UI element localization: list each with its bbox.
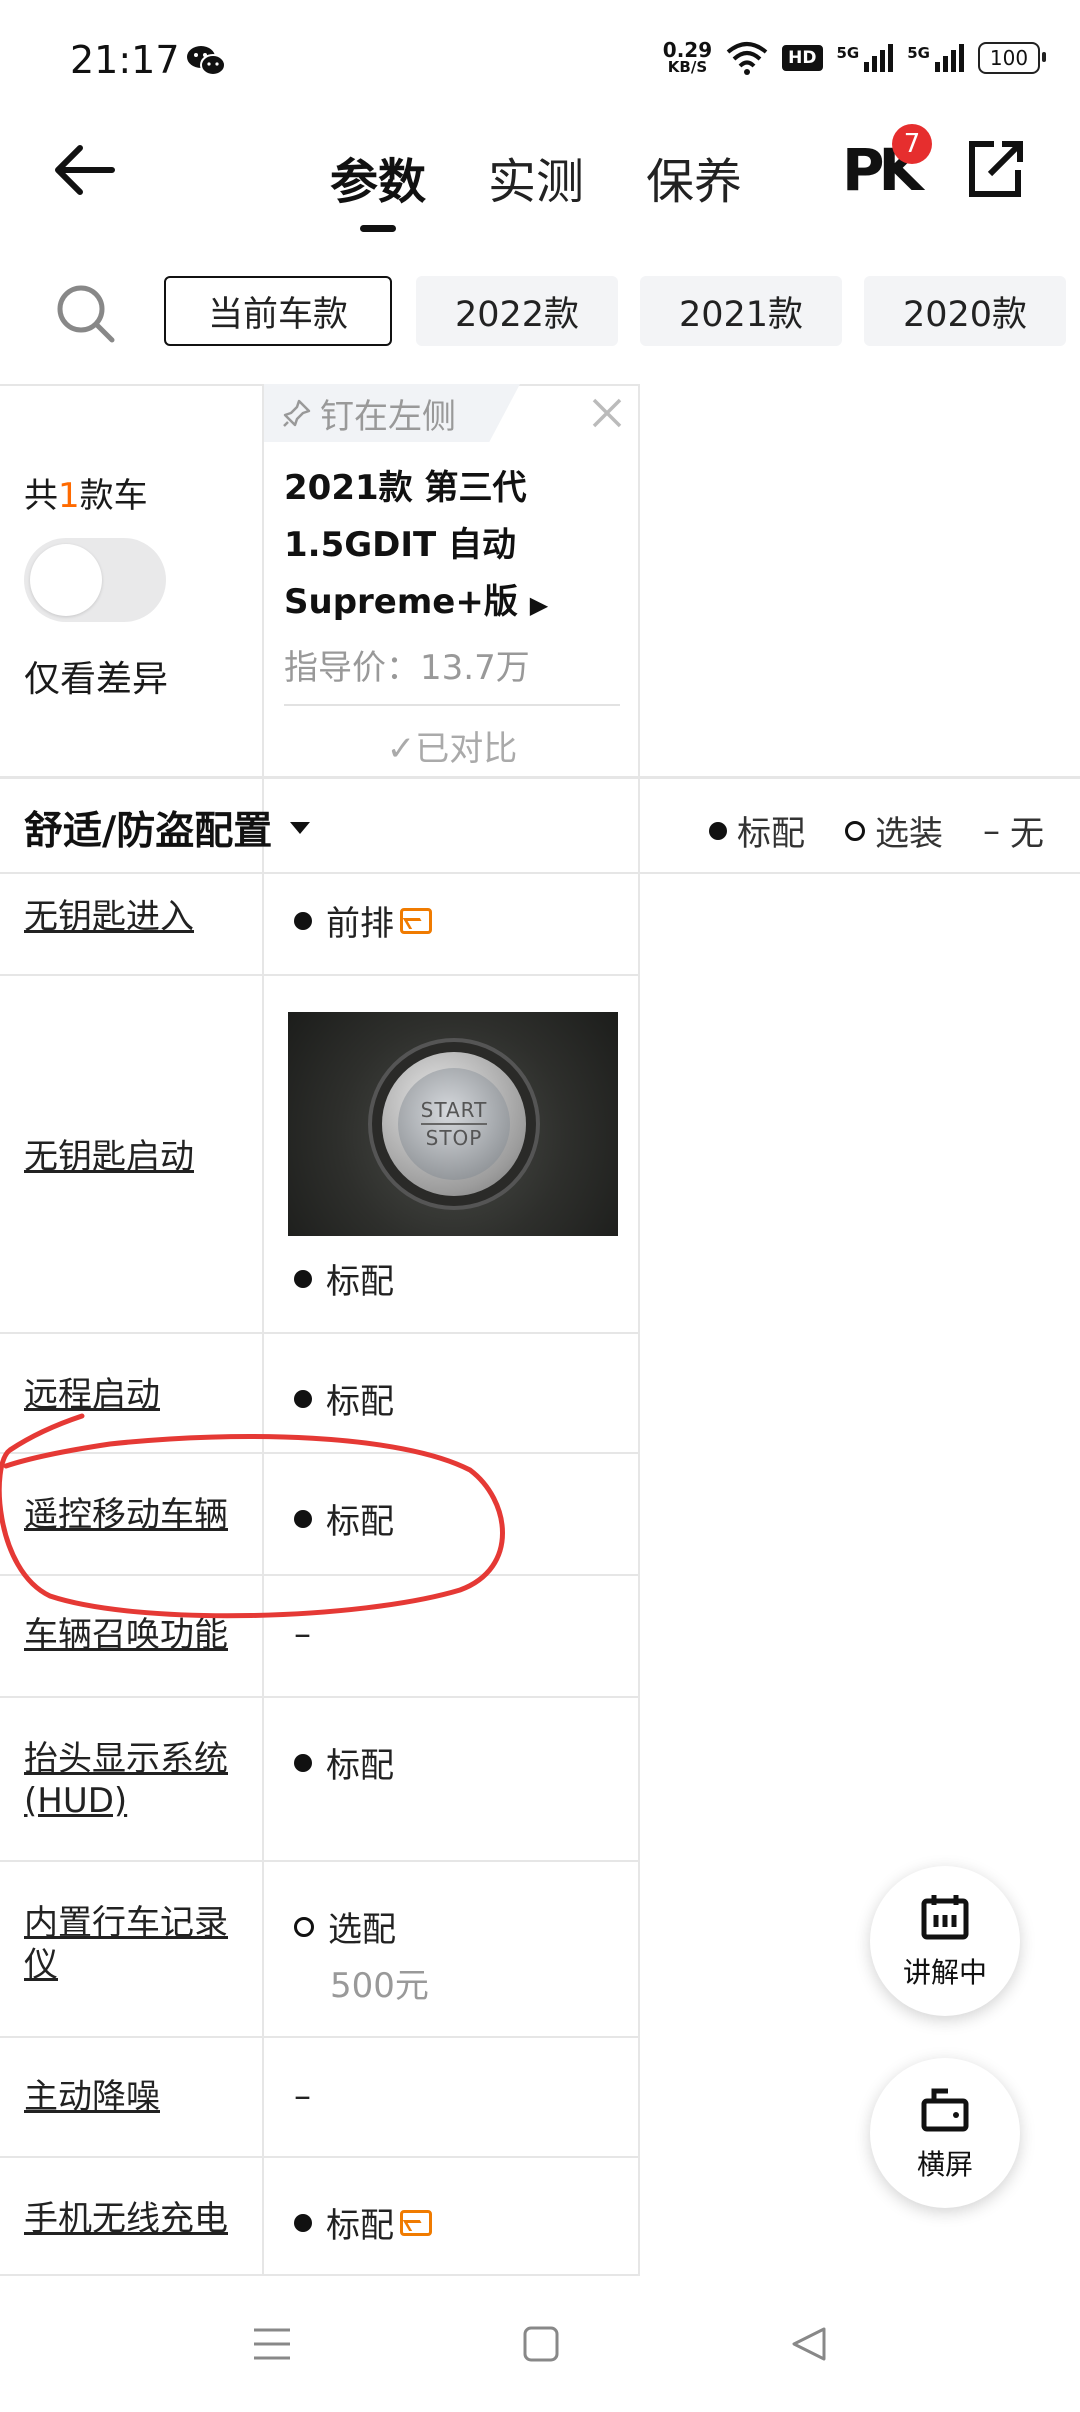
divider [0,974,640,976]
car-count: 共1款车 [24,476,148,516]
red-circle-annotation [0,1413,505,1619]
car-name[interactable]: 2021款 第三代 1.5GDIT 自动 Supreme+版 ▶ [284,460,644,634]
landscape-button[interactable]: 横屏 [870,2058,1020,2208]
share-icon[interactable] [964,138,1026,200]
pin-left-button[interactable]: 钉在左侧 [264,384,520,442]
divider [0,1860,640,1862]
search-icon[interactable] [54,282,116,344]
row-label-anc[interactable]: 主动降噪 [24,2076,244,2118]
row-label-keyless-start[interactable]: 无钥匙启动 [24,1136,244,1178]
row-label-wireless-charging[interactable]: 手机无线充电 [24,2198,244,2240]
row-label-dashcam[interactable]: 内置行车记录仪 [24,1902,244,1986]
status-icons: 0.29 KB/S HD 5G 5G 100 [662,38,1046,76]
divider [0,1696,640,1698]
compared-button[interactable]: ✓已对比 [284,704,620,784]
legend: 标配 选装 – 无 [709,806,1044,855]
tab-measured[interactable]: 实测 [488,142,584,212]
row-value: 选配 [294,1902,396,1951]
explain-button[interactable]: 讲解中 [870,1866,1020,2016]
hd-icon: HD [782,44,823,71]
system-nav-bar [0,2276,1080,2412]
divider [262,384,264,2274]
play-arrow-icon: ▶ [529,591,549,619]
toggle-knob [30,544,102,616]
image-icon[interactable] [400,907,432,934]
row-label-keyless-entry[interactable]: 无钥匙进入 [24,896,244,938]
signal-icon: 5G [837,43,894,72]
section-selector[interactable]: 舒适/防盗配置 [24,800,311,856]
row-label-hud[interactable]: 抬头显示系统(HUD) [24,1738,244,1822]
year-chip-2022[interactable]: 2022款 [416,276,618,346]
row-value: 前排 [294,896,432,945]
tab-maintenance[interactable]: 保养 [646,142,742,212]
battery-icon: 100 [978,41,1046,74]
signal-icon: 5G [907,43,964,72]
option-price: 500元 [330,1966,429,2006]
caret-down-icon [290,822,311,834]
tab-params[interactable]: 参数 [330,142,426,232]
divider [0,872,1080,874]
divider [0,2036,640,2038]
wifi-icon [726,41,768,75]
divider [0,776,1080,779]
top-tabs: 参数 实测 保养 [330,142,742,232]
net-speed: 0.29 KB/S [662,38,713,76]
row-value: 标配 [294,1254,394,1303]
divider [638,384,640,2274]
close-icon[interactable] [590,396,624,430]
year-chip-2021[interactable]: 2021款 [640,276,842,346]
back-arrow-icon[interactable] [50,140,120,200]
menu-icon[interactable] [252,2326,292,2362]
start-stop-button-photo[interactable]: START STOP [288,1012,618,1236]
wechat-icon [187,46,226,76]
only-diff-label: 仅看差异 [24,659,169,700]
divider [0,1332,640,1334]
rotate-screen-icon [921,2088,969,2132]
row-value: 标配 [294,2198,432,2247]
row-value: – [294,2076,311,2116]
back-icon[interactable] [790,2325,828,2363]
guide-price: 指导价：13.7万 [284,648,530,688]
year-chip-current[interactable]: 当前车款 [164,276,392,346]
status-time: 21:17 [70,38,180,82]
row-value: 标配 [294,1738,394,1787]
only-diff-toggle[interactable] [24,538,166,622]
legend-optional: 选装 [845,806,943,855]
divider [0,2156,640,2158]
pk-count-badge: 7 [892,124,932,164]
calendar-icon [921,1895,969,1940]
pin-icon [283,399,311,427]
home-icon[interactable] [522,2325,560,2363]
legend-none: – 无 [983,810,1044,855]
image-icon[interactable] [400,2209,432,2236]
legend-standard: 标配 [709,806,805,855]
year-chip-2020[interactable]: 2020款 [864,276,1066,346]
